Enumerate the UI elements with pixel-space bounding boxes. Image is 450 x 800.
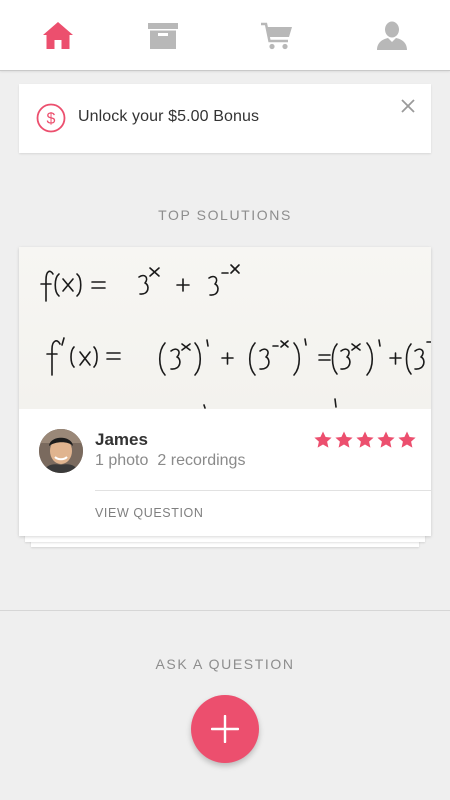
profile-icon[interactable] bbox=[374, 18, 410, 54]
avatar[interactable] bbox=[39, 429, 83, 473]
top-nav-bar bbox=[0, 0, 450, 71]
bonus-banner[interactable]: $ Unlock your $5.00 Bonus bbox=[19, 84, 431, 153]
view-question-link[interactable]: VIEW QUESTION bbox=[95, 506, 204, 520]
home-icon[interactable] bbox=[40, 18, 76, 54]
solution-card[interactable]: James 1 photo 2 recordings VIEW QUESTION bbox=[19, 247, 431, 536]
svg-text:$: $ bbox=[47, 111, 56, 128]
star-icon bbox=[398, 431, 416, 448]
ask-question-heading: ASK A QUESTION bbox=[155, 656, 295, 672]
star-rating bbox=[313, 430, 417, 450]
author-name[interactable]: James bbox=[95, 430, 148, 450]
archive-icon[interactable] bbox=[145, 18, 181, 54]
card-divider bbox=[95, 490, 431, 491]
solution-photo bbox=[19, 247, 431, 409]
author-stats: 1 photo 2 recordings bbox=[95, 452, 254, 470]
cart-icon[interactable] bbox=[259, 18, 295, 54]
star-icon bbox=[335, 431, 353, 448]
dollar-circle-icon: $ bbox=[36, 103, 66, 133]
recording-count: 2 recordings bbox=[157, 452, 246, 469]
star-icon bbox=[314, 431, 332, 448]
close-icon[interactable] bbox=[399, 97, 417, 115]
photo-count: 1 photo bbox=[95, 452, 149, 469]
plus-icon bbox=[211, 715, 239, 743]
star-icon bbox=[377, 431, 395, 448]
top-solutions-heading: TOP SOLUTIONS bbox=[158, 207, 292, 223]
bonus-text: Unlock your $5.00 Bonus bbox=[78, 108, 260, 125]
add-question-button[interactable] bbox=[191, 695, 259, 763]
star-icon bbox=[356, 431, 374, 448]
section-divider bbox=[0, 610, 450, 611]
